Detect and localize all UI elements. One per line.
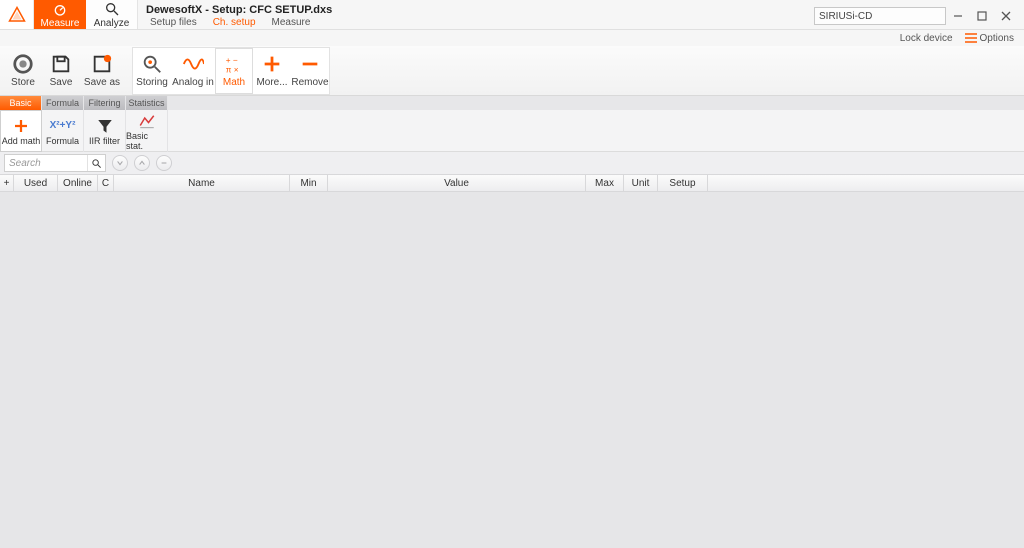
save-as-button[interactable]: Save as bbox=[80, 48, 124, 94]
add-math-label: Add math bbox=[2, 136, 41, 146]
svg-text:+ −: + − bbox=[226, 56, 238, 65]
column-header-row: + Used Online C Name Min Value Max Unit … bbox=[0, 174, 1024, 192]
search-icon[interactable] bbox=[87, 155, 105, 171]
col-online[interactable]: Online bbox=[58, 175, 98, 191]
tab-analyze[interactable]: Analyze bbox=[86, 0, 138, 29]
stat-icon bbox=[138, 112, 156, 130]
cat-filtering[interactable]: Filtering bbox=[84, 96, 126, 110]
more-label: More... bbox=[256, 77, 287, 88]
store-button[interactable]: Store bbox=[4, 48, 42, 94]
collapse-up-button[interactable] bbox=[134, 155, 150, 171]
formula-label: Formula bbox=[46, 136, 79, 146]
options-bar: Lock device Options bbox=[0, 30, 1024, 46]
ribbon-toolbar: Store Save Save as Storing Analog in + −… bbox=[0, 46, 1024, 96]
col-unit[interactable]: Unit bbox=[624, 175, 658, 191]
device-selector-value: SIRIUSi-CD bbox=[819, 11, 872, 22]
analog-in-button[interactable]: Analog in bbox=[171, 48, 215, 94]
col-value[interactable]: Value bbox=[328, 175, 586, 191]
storing-label: Storing bbox=[136, 77, 168, 88]
options-label: Options bbox=[980, 33, 1014, 44]
col-max[interactable]: Max bbox=[586, 175, 624, 191]
window-title: DewesoftX - Setup: CFC SETUP.dxs bbox=[138, 0, 342, 16]
save-as-label: Save as bbox=[84, 77, 120, 88]
remove-label: Remove bbox=[291, 77, 328, 88]
analog-in-label: Analog in bbox=[172, 77, 214, 88]
options-button[interactable]: Options bbox=[965, 33, 1014, 44]
remove-button[interactable]: Remove bbox=[291, 48, 329, 94]
col-min[interactable]: Min bbox=[290, 175, 328, 191]
tab-measure-sub[interactable]: Measure bbox=[264, 16, 319, 30]
col-name[interactable]: Name bbox=[114, 175, 290, 191]
app-logo bbox=[0, 0, 34, 29]
save-label: Save bbox=[50, 77, 73, 88]
cat-statistics[interactable]: Statistics bbox=[126, 96, 168, 110]
iir-filter-label: IIR filter bbox=[89, 136, 120, 146]
math-icon: + −π × bbox=[223, 53, 245, 75]
formula-button[interactable]: X²+Y² Formula bbox=[42, 110, 84, 152]
math-button[interactable]: + −π × Math bbox=[215, 48, 253, 94]
formula-icon: X²+Y² bbox=[54, 117, 72, 135]
save-as-icon bbox=[91, 53, 113, 75]
store-label: Store bbox=[11, 77, 35, 88]
storing-button[interactable]: Storing bbox=[133, 48, 171, 94]
cat-basic[interactable]: Basic bbox=[0, 96, 42, 110]
title-bar: Measure Analyze DewesoftX - Setup: CFC S… bbox=[0, 0, 1024, 30]
more-button[interactable]: More... bbox=[253, 48, 291, 94]
save-icon bbox=[50, 53, 72, 75]
analog-in-icon bbox=[182, 53, 204, 75]
plus-icon bbox=[12, 117, 30, 135]
col-setup[interactable]: Setup bbox=[658, 175, 708, 191]
minus-icon bbox=[299, 53, 321, 75]
lock-device-label: Lock device bbox=[900, 33, 953, 44]
add-math-button[interactable]: Add math bbox=[0, 110, 42, 152]
search-box bbox=[4, 154, 106, 172]
iir-filter-button[interactable]: IIR filter bbox=[84, 110, 126, 152]
search-row bbox=[0, 152, 1024, 174]
device-selector[interactable]: SIRIUSi-CD bbox=[814, 7, 946, 25]
tab-ch-setup[interactable]: Ch. setup bbox=[205, 16, 264, 30]
save-button[interactable]: Save bbox=[42, 48, 80, 94]
col-expand[interactable]: + bbox=[0, 175, 14, 191]
svg-text:π ×: π × bbox=[226, 65, 239, 74]
col-c[interactable]: C bbox=[98, 175, 114, 191]
remove-round-button[interactable] bbox=[156, 155, 172, 171]
maximize-button[interactable] bbox=[970, 5, 994, 27]
tab-measure-label: Measure bbox=[41, 18, 80, 29]
cat-formula[interactable]: Formula ... bbox=[42, 96, 84, 110]
sub-tabs: Setup files Ch. setup Measure bbox=[138, 16, 342, 30]
category-buttons: Add math X²+Y² Formula IIR filter Basic … bbox=[0, 110, 1024, 152]
storing-icon bbox=[141, 53, 163, 75]
close-button[interactable] bbox=[994, 5, 1018, 27]
search-input[interactable] bbox=[5, 158, 87, 169]
tab-analyze-label: Analyze bbox=[94, 18, 130, 29]
basic-stat-button[interactable]: Basic stat. bbox=[126, 110, 168, 152]
tab-measure[interactable]: Measure bbox=[34, 0, 86, 29]
record-icon bbox=[12, 53, 34, 75]
filter-icon bbox=[96, 117, 114, 135]
basic-stat-label: Basic stat. bbox=[126, 131, 167, 151]
math-label: Math bbox=[223, 77, 245, 88]
lock-device[interactable]: Lock device bbox=[900, 33, 953, 44]
tab-setup-files[interactable]: Setup files bbox=[142, 16, 205, 30]
expand-down-button[interactable] bbox=[112, 155, 128, 171]
category-tabs: Basic Formula ... Filtering Statistics bbox=[0, 96, 1024, 110]
col-used[interactable]: Used bbox=[14, 175, 58, 191]
minimize-button[interactable] bbox=[946, 5, 970, 27]
plus-icon bbox=[261, 53, 283, 75]
grid-body-empty bbox=[0, 192, 1024, 548]
